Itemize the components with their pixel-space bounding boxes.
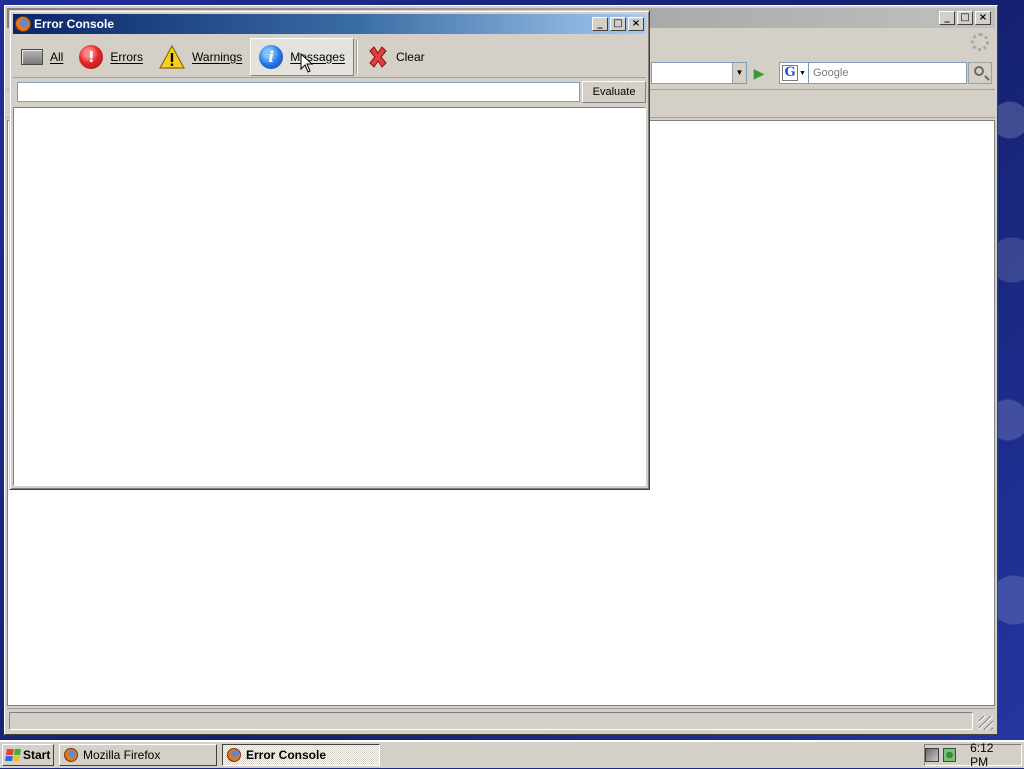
taskbar-item-error-console[interactable]: Error Console	[222, 744, 380, 766]
all-messages-icon	[21, 48, 43, 65]
chevron-down-icon: ▼	[799, 69, 806, 77]
evaluate-button[interactable]: Evaluate	[582, 81, 646, 103]
error-console-window: Error Console _ □ × All ! Errors Warning…	[9, 10, 650, 490]
console-window-controls: _ □ ×	[592, 17, 644, 31]
all-button[interactable]: All	[13, 38, 71, 76]
network-icon[interactable]	[925, 748, 939, 762]
firefox-maximize-button[interactable]: □	[957, 11, 973, 25]
warnings-label: Warnings	[192, 49, 243, 64]
mouse-cursor-icon	[300, 53, 314, 73]
search-icon	[974, 66, 984, 76]
firefox-icon	[64, 748, 78, 762]
search-engine-selector[interactable]: G ▼	[779, 62, 809, 84]
console-maximize-button[interactable]: □	[610, 17, 626, 31]
clear-label: Clear	[395, 49, 425, 64]
status-panel	[9, 712, 973, 730]
info-icon: i	[259, 44, 284, 69]
errors-label: Errors	[110, 49, 144, 64]
status-bar	[7, 708, 995, 732]
code-evaluate-input[interactable]	[17, 82, 581, 102]
messages-label: Messages	[290, 49, 345, 64]
taskbar-item-label: Error Console	[246, 748, 327, 762]
clear-icon	[367, 45, 389, 68]
start-button[interactable]: Start	[2, 744, 54, 766]
console-minimize-button[interactable]: _	[592, 17, 608, 31]
google-icon: G	[782, 65, 798, 81]
clock: 6:12 PM	[970, 741, 994, 769]
firefox-window-controls: _ □ ×	[939, 11, 991, 25]
play-icon: ▶	[753, 65, 765, 81]
taskbar-item-label: Mozilla Firefox	[83, 748, 161, 762]
search-button[interactable]	[968, 62, 992, 84]
warning-icon	[159, 44, 186, 69]
evaluate-row: Evaluate	[13, 80, 646, 104]
clear-button[interactable]: Clear	[359, 38, 433, 76]
errors-button[interactable]: ! Errors	[71, 38, 151, 76]
taskbar-item-firefox[interactable]: Mozilla Firefox	[59, 744, 217, 766]
firefox-close-button[interactable]: ×	[975, 11, 991, 25]
firefox-icon	[227, 748, 241, 762]
error-icon: !	[79, 44, 104, 69]
firefox-minimize-button[interactable]: _	[939, 11, 955, 25]
resize-grip-icon[interactable]	[979, 716, 993, 730]
url-bar[interactable]: ▼	[651, 62, 747, 84]
go-button[interactable]: ▶	[749, 63, 769, 83]
volume-icon[interactable]	[942, 748, 957, 762]
warnings-button[interactable]: Warnings	[151, 38, 250, 76]
console-message-list[interactable]	[13, 107, 646, 486]
url-dropdown-icon[interactable]: ▼	[732, 63, 746, 83]
windows-logo-icon	[5, 749, 21, 761]
firefox-icon	[15, 16, 31, 32]
window-title: Error Console	[34, 17, 115, 31]
start-label: Start	[23, 748, 51, 762]
toolbar-separator	[355, 39, 357, 74]
console-toolbar: All ! Errors Warnings i Messages Clear	[13, 36, 646, 78]
console-close-button[interactable]: ×	[628, 17, 644, 31]
all-label: All	[50, 49, 64, 64]
throbber-icon	[971, 33, 989, 51]
error-console-titlebar[interactable]: Error Console _ □ ×	[13, 14, 646, 34]
taskbar: Start Mozilla Firefox Error Console 6:12…	[0, 740, 1024, 769]
system-tray: 6:12 PM	[924, 741, 1022, 769]
search-input[interactable]	[809, 62, 967, 84]
